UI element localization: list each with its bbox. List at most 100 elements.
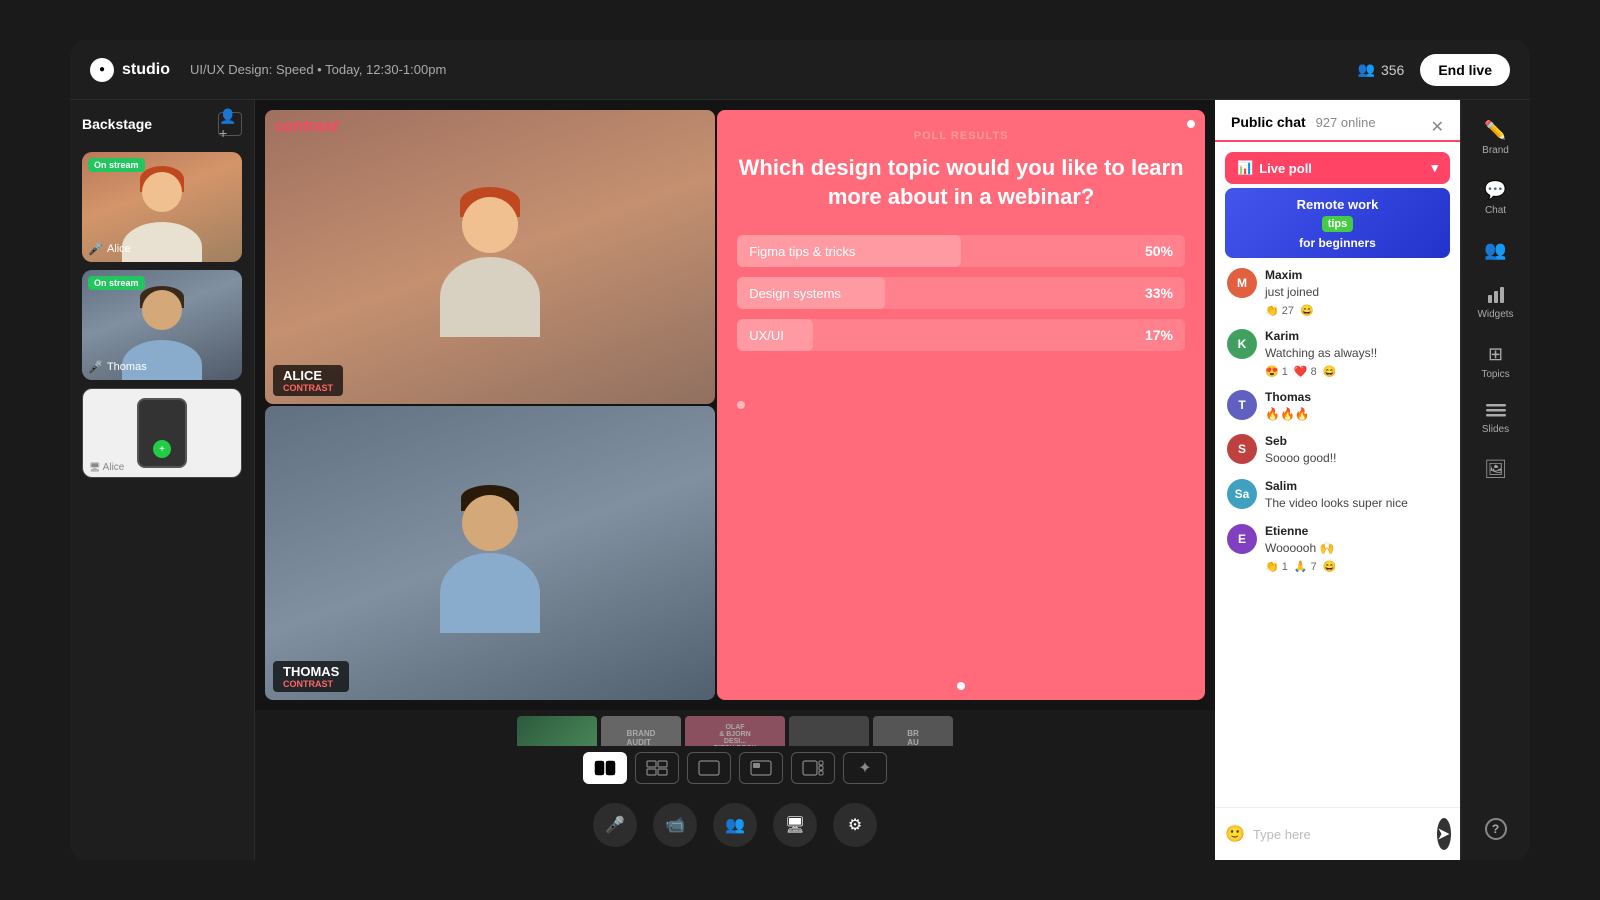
avatar: T bbox=[1227, 390, 1257, 420]
layout-grid2-button[interactable] bbox=[635, 752, 679, 784]
layout-pip-button[interactable] bbox=[739, 752, 783, 784]
send-button[interactable] bbox=[1437, 818, 1451, 850]
settings-button[interactable]: ⚙ bbox=[833, 803, 877, 847]
reaction-smile2[interactable]: 😄 bbox=[1323, 365, 1337, 378]
chat-header: Public chat 927 online ✕ bbox=[1215, 100, 1460, 142]
message-content-maxim: Maxim just joined 👏 27 😄 bbox=[1265, 268, 1319, 317]
video-grid: contrast ALICE bbox=[255, 100, 1215, 710]
screen-share-button[interactable]: 🖥 bbox=[773, 803, 817, 847]
reaction-clap2[interactable]: 👏 1 bbox=[1265, 560, 1288, 573]
sidebar-item-topics[interactable]: Slides bbox=[1466, 394, 1526, 445]
thomas-name-label: 🎤 Thomas bbox=[88, 360, 147, 374]
sidebar-item-people[interactable]: 👥 bbox=[1466, 230, 1526, 271]
message-content-etienne: Etienne Woooooh 🙌 👏 1 🙏 7 😄 bbox=[1265, 524, 1336, 573]
people-button[interactable]: 👥 bbox=[713, 803, 757, 847]
chat-input[interactable] bbox=[1253, 827, 1429, 842]
alice-body bbox=[122, 222, 202, 262]
live-poll-banner[interactable]: 📊 Live poll ▾ bbox=[1225, 152, 1450, 184]
chat-input-area: 🙂 bbox=[1215, 807, 1460, 860]
backstage-title: Backstage bbox=[82, 116, 152, 132]
screen-mobile: + bbox=[137, 398, 187, 468]
screen-icon-ctrl: 🖥 bbox=[785, 815, 805, 835]
video-left-column: contrast ALICE bbox=[265, 110, 715, 700]
mic-button[interactable]: 🎤 bbox=[593, 803, 637, 847]
participant-card-thomas[interactable]: On stream 🎤 Thomas bbox=[82, 270, 242, 380]
sidebar-item-slides[interactable]: 🖼 bbox=[1466, 449, 1526, 494]
on-stream-badge-alice: On stream bbox=[88, 158, 145, 172]
chat-tab-label: Public chat bbox=[1231, 114, 1306, 130]
list-item: E Etienne Woooooh 🙌 👏 1 🙏 7 😄 bbox=[1227, 524, 1448, 573]
screen-mobile-btn: + bbox=[153, 440, 171, 458]
slide-thumb-2[interactable]: OLAF& BJORNDESI...PITCH DECK bbox=[685, 716, 785, 746]
reaction-love[interactable]: 😍 1 bbox=[1265, 365, 1288, 378]
reaction-clap[interactable]: 👏 27 bbox=[1265, 304, 1294, 317]
chat-panel: Public chat 927 online ✕ 📊 Live poll ▾ R… bbox=[1215, 100, 1460, 860]
video-button[interactable]: 📹 bbox=[653, 803, 697, 847]
slide-label-2: OLAF& BJORNDESI...PITCH DECK bbox=[685, 716, 785, 746]
chat-online-count: 927 online bbox=[1316, 115, 1376, 130]
alice-tag-name: ALICE bbox=[283, 368, 333, 383]
viewer-number: 356 bbox=[1381, 62, 1404, 78]
slide-thumbnails: BRANDAUDIT OLAF& BJORNDESI...PITCH DECK … bbox=[517, 716, 953, 746]
reaction-smile3[interactable]: 😄 bbox=[1323, 560, 1337, 573]
msg-reactions-maxim: 👏 27 😄 bbox=[1265, 304, 1319, 317]
settings-icon: ⚙ bbox=[848, 815, 862, 835]
poll-pct-2: 17% bbox=[1145, 327, 1173, 343]
tab-public-chat[interactable]: Public chat 927 online bbox=[1231, 114, 1376, 142]
video-main: contrast ALICE bbox=[255, 100, 1215, 710]
add-user-button[interactable]: 👤+ bbox=[218, 112, 242, 136]
slide-thumb-3[interactable] bbox=[789, 716, 869, 746]
message-content-salim: Salim The video looks super nice bbox=[1265, 479, 1408, 512]
end-live-button[interactable]: End live bbox=[1420, 54, 1510, 86]
thomas-video-figure bbox=[265, 406, 715, 700]
msg-text-etienne: Woooooh 🙌 bbox=[1265, 540, 1336, 557]
thomas-face-large bbox=[462, 495, 518, 551]
sidebar-item-widgets[interactable]: ⊞ Topics bbox=[1466, 334, 1526, 390]
msg-reactions-karim: 😍 1 ❤️ 8 😄 bbox=[1265, 365, 1377, 378]
banner-tips-badge: tips bbox=[1322, 216, 1354, 232]
slide-thumb-1[interactable]: BRANDAUDIT bbox=[601, 716, 681, 746]
layout-auto-button[interactable]: ✦ bbox=[843, 752, 887, 784]
emoji-icon[interactable]: 🙂 bbox=[1225, 824, 1245, 844]
msg-text-salim: The video looks super nice bbox=[1265, 495, 1408, 512]
banner-for-beginners: for beginners bbox=[1299, 236, 1376, 250]
poll-options: Figma tips & tricks 50% Design systems 3… bbox=[737, 235, 1185, 351]
avatar: Sa bbox=[1227, 479, 1257, 509]
screen-name-label: 🖥 Alice bbox=[89, 462, 124, 473]
screen-name-text: Alice bbox=[103, 462, 125, 473]
logo-area: ● studio bbox=[90, 58, 170, 82]
sidebar-item-help[interactable]: ? bbox=[1466, 808, 1526, 850]
video-area: contrast ALICE bbox=[255, 100, 1215, 860]
participant-card-screen[interactable]: + 🖥 Alice bbox=[82, 388, 242, 478]
layout-focus-button[interactable] bbox=[791, 752, 835, 784]
chat-close-button[interactable]: ✕ bbox=[1431, 117, 1444, 137]
control-bar: 🎤 📹 👥 🖥 ⚙ bbox=[255, 790, 1215, 860]
slide-thumb-4[interactable]: BRAU bbox=[873, 716, 953, 746]
sidebar-item-brand[interactable]: ✏️ Brand bbox=[1466, 110, 1526, 166]
avatar: S bbox=[1227, 434, 1257, 464]
slide-label-1: BRANDAUDIT bbox=[601, 716, 681, 746]
reaction-smile[interactable]: 😄 bbox=[1300, 304, 1314, 317]
msg-name-maxim: Maxim bbox=[1265, 268, 1319, 282]
help-icon: ? bbox=[1485, 818, 1507, 840]
alice-name-tag: ALICE CONTRAST bbox=[273, 365, 343, 396]
slide-thumb-0[interactable] bbox=[517, 716, 597, 746]
remote-work-banner: Remote work tips for beginners bbox=[1225, 188, 1450, 258]
reaction-heart[interactable]: ❤️ 8 bbox=[1294, 365, 1317, 378]
thomas-name-text: Thomas bbox=[107, 361, 147, 373]
slide-label-4: BRAU bbox=[873, 716, 953, 746]
msg-name-karim: Karim bbox=[1265, 329, 1377, 343]
layout-split-button[interactable] bbox=[583, 752, 627, 784]
widgets-icon: ⊞ bbox=[1488, 344, 1503, 365]
video-thomas: THOMAS CONTRAST bbox=[265, 406, 715, 700]
topics-icon bbox=[1486, 404, 1506, 420]
send-icon bbox=[1437, 827, 1451, 841]
reaction-pray[interactable]: 🙏 7 bbox=[1294, 560, 1317, 573]
sidebar-item-polls[interactable]: Widgets bbox=[1466, 275, 1526, 330]
layout-single-button[interactable] bbox=[687, 752, 731, 784]
pencil-icon: ✏️ bbox=[1484, 120, 1506, 141]
bottom-strip: BRANDAUDIT OLAF& BJORNDESI...PITCH DECK … bbox=[255, 710, 1215, 790]
alice-name-text: Alice bbox=[107, 243, 131, 255]
participant-card-alice[interactable]: On stream 🎤 Alice bbox=[82, 152, 242, 262]
sidebar-item-chat[interactable]: 💬 Chat bbox=[1466, 170, 1526, 226]
